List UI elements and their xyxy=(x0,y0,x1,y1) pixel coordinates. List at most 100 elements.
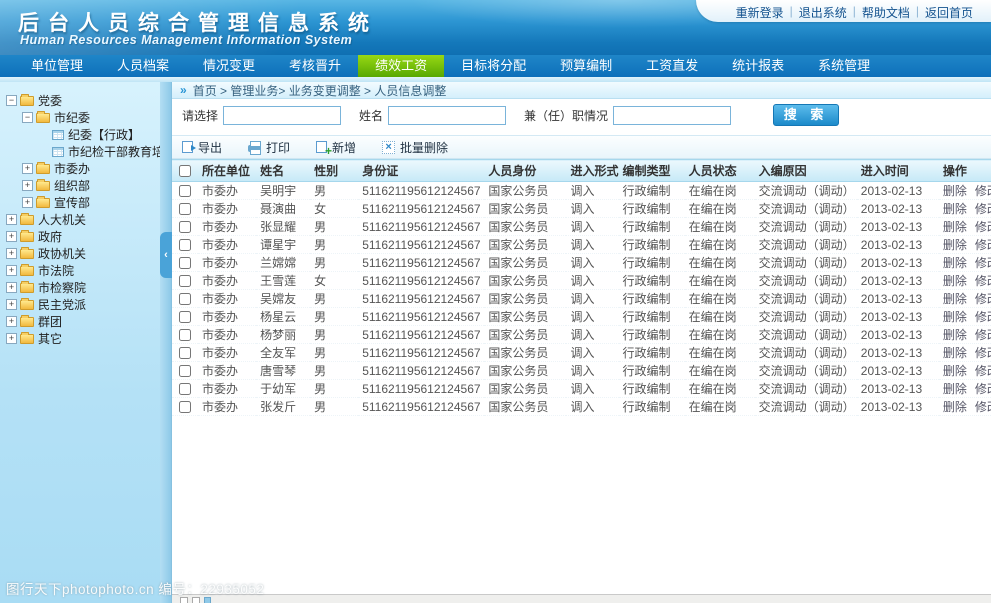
tree-node-8[interactable]: +政府 xyxy=(6,228,158,245)
row-checkbox[interactable] xyxy=(179,329,191,341)
edit-link[interactable]: 修改 xyxy=(975,238,991,252)
pagination-box-icon[interactable] xyxy=(180,597,188,603)
expand-node-icon[interactable]: + xyxy=(6,231,17,242)
edit-link[interactable]: 修改 xyxy=(975,400,991,414)
row-checkbox[interactable] xyxy=(179,365,191,377)
header-link-1[interactable]: 退出系统 xyxy=(793,4,853,22)
tree-node-5[interactable]: +组织部 xyxy=(6,177,158,194)
export-button[interactable]: 导出 xyxy=(182,139,222,156)
edit-link[interactable]: 修改 xyxy=(975,346,991,360)
delete-link[interactable]: 删除 xyxy=(943,346,967,360)
row-checkbox[interactable] xyxy=(179,239,191,251)
delete-link[interactable]: 删除 xyxy=(943,256,967,270)
edit-link[interactable]: 修改 xyxy=(975,364,991,378)
sidebar-splitter[interactable]: ‹ xyxy=(160,82,172,603)
select-all-checkbox[interactable] xyxy=(179,165,191,177)
tree-node-14[interactable]: +其它 xyxy=(6,330,158,347)
menu-item-4[interactable]: 绩效工资 xyxy=(358,55,444,77)
delete-link[interactable]: 删除 xyxy=(943,220,967,234)
menu-item-0[interactable]: 单位管理 xyxy=(14,55,100,77)
delete-link[interactable]: 删除 xyxy=(943,238,967,252)
menu-item-9[interactable]: 系统管理 xyxy=(801,55,887,77)
sidebar-collapse-button[interactable]: ‹ xyxy=(160,232,172,278)
name-label: 姓名 xyxy=(359,107,383,124)
edit-link[interactable]: 修改 xyxy=(975,202,991,216)
tree-node-0[interactable]: −党委 xyxy=(6,92,158,109)
edit-link[interactable]: 修改 xyxy=(975,382,991,396)
header-link-0[interactable]: 重新登录 xyxy=(730,4,790,22)
row-checkbox[interactable] xyxy=(179,401,191,413)
edit-link[interactable]: 修改 xyxy=(975,274,991,288)
expand-node-icon[interactable]: + xyxy=(6,282,17,293)
delete-link[interactable]: 删除 xyxy=(943,310,967,324)
delete-link[interactable]: 删除 xyxy=(943,382,967,396)
edit-link[interactable]: 修改 xyxy=(975,292,991,306)
edit-link[interactable]: 修改 xyxy=(975,220,991,234)
row-checkbox[interactable] xyxy=(179,275,191,287)
tree-node-label: 政协机关 xyxy=(38,245,86,262)
cell-date: 2013-02-13 xyxy=(857,380,939,398)
row-checkbox[interactable] xyxy=(179,221,191,233)
expand-node-icon[interactable]: + xyxy=(22,180,33,191)
tree-node-3[interactable]: 市纪检干部教育培训中心 xyxy=(6,143,158,160)
collapse-node-icon[interactable]: − xyxy=(6,95,17,106)
menu-item-2[interactable]: 情况变更 xyxy=(186,55,272,77)
cell-status: 在编在岗 xyxy=(685,344,755,362)
row-checkbox[interactable] xyxy=(179,293,191,305)
menu-item-1[interactable]: 人员档案 xyxy=(100,55,186,77)
menu-item-6[interactable]: 预算编制 xyxy=(543,55,629,77)
tree-node-12[interactable]: +民主党派 xyxy=(6,296,158,313)
row-checkbox[interactable] xyxy=(179,257,191,269)
row-checkbox[interactable] xyxy=(179,185,191,197)
delete-link[interactable]: 删除 xyxy=(943,400,967,414)
tree-node-13[interactable]: +群团 xyxy=(6,313,158,330)
edit-link[interactable]: 修改 xyxy=(975,328,991,342)
pagination-box-icon[interactable] xyxy=(192,597,200,603)
tree-node-2[interactable]: 纪委【行政】 xyxy=(6,126,158,143)
tree-node-10[interactable]: +市法院 xyxy=(6,262,158,279)
tree-node-4[interactable]: +市委办 xyxy=(6,160,158,177)
delete-link[interactable]: 删除 xyxy=(943,292,967,306)
menu-item-5[interactable]: 目标将分配 xyxy=(444,55,543,77)
menu-item-8[interactable]: 统计报表 xyxy=(715,55,801,77)
edit-link[interactable]: 修改 xyxy=(975,256,991,270)
tree-node-11[interactable]: +市检察院 xyxy=(6,279,158,296)
collapse-node-icon[interactable]: − xyxy=(22,112,33,123)
row-checkbox[interactable] xyxy=(179,347,191,359)
batch-delete-button[interactable]: 批量删除 xyxy=(382,139,448,156)
expand-node-icon[interactable]: + xyxy=(22,197,33,208)
expand-node-icon[interactable]: + xyxy=(6,214,17,225)
row-checkbox[interactable] xyxy=(179,311,191,323)
delete-link[interactable]: 删除 xyxy=(943,184,967,198)
expand-node-icon[interactable]: + xyxy=(6,299,17,310)
row-checkbox[interactable] xyxy=(179,203,191,215)
delete-link[interactable]: 删除 xyxy=(943,202,967,216)
tree-node-1[interactable]: −市纪委 xyxy=(6,109,158,126)
pagination-bar-partial[interactable] xyxy=(172,594,991,603)
edit-link[interactable]: 修改 xyxy=(975,184,991,198)
tree-node-6[interactable]: +宣传部 xyxy=(6,194,158,211)
name-input[interactable] xyxy=(388,106,506,125)
menu-item-7[interactable]: 工资直发 xyxy=(629,55,715,77)
expand-node-icon[interactable]: + xyxy=(6,265,17,276)
edit-link[interactable]: 修改 xyxy=(975,310,991,324)
tree-node-9[interactable]: + 政协机关 xyxy=(6,245,158,262)
cell-gender: 男 xyxy=(310,308,358,326)
tree-node-7[interactable]: +人大机关 xyxy=(6,211,158,228)
menu-item-3[interactable]: 考核晋升 xyxy=(272,55,358,77)
expand-node-icon[interactable]: + xyxy=(6,316,17,327)
print-button[interactable]: 打印 xyxy=(248,139,290,156)
add-button[interactable]: 新增 xyxy=(316,139,356,156)
header-link-3[interactable]: 返回首页 xyxy=(919,4,979,22)
row-checkbox[interactable] xyxy=(179,383,191,395)
select-input[interactable] xyxy=(223,106,341,125)
delete-link[interactable]: 删除 xyxy=(943,364,967,378)
delete-link[interactable]: 删除 xyxy=(943,274,967,288)
expand-node-icon[interactable]: + xyxy=(6,248,17,259)
delete-link[interactable]: 删除 xyxy=(943,328,967,342)
expand-node-icon[interactable]: + xyxy=(6,333,17,344)
job-input[interactable] xyxy=(613,106,731,125)
header-link-2[interactable]: 帮助文档 xyxy=(856,4,916,22)
search-button[interactable]: 搜 索 xyxy=(773,104,839,126)
expand-node-icon[interactable]: + xyxy=(22,163,33,174)
